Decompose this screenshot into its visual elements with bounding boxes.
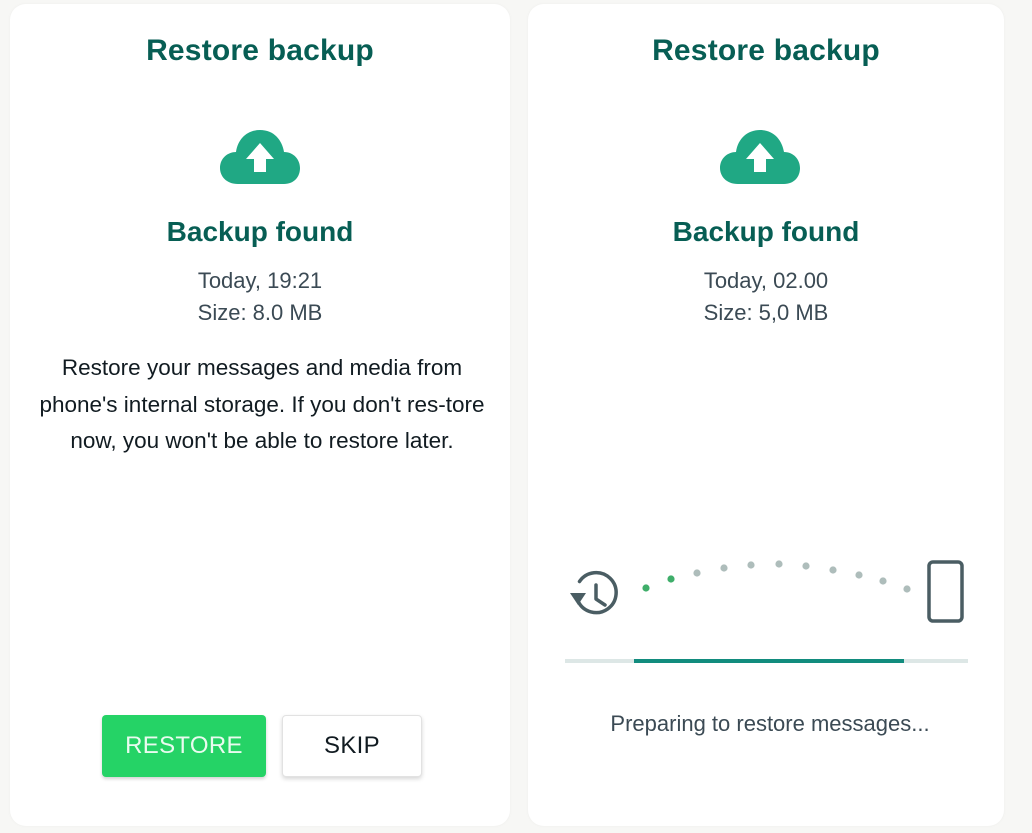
restore-progress-bar	[565, 659, 968, 663]
skip-button[interactable]: SKIP	[282, 715, 422, 777]
transfer-animation	[570, 560, 964, 623]
backup-date: Today, 02.00	[703, 268, 829, 293]
restore-status-text: Preparing to restore messages...	[610, 711, 930, 736]
restore-backup-panel-progress: Restore backup Backup found Today, 02.00…	[528, 4, 1004, 826]
restore-button[interactable]: RESTORE	[102, 715, 266, 777]
backup-date: Today, 19:21	[197, 268, 323, 293]
cloud-upload-icon	[220, 130, 300, 184]
restore-backup-panel-found: Restore backup Backup found Today, 19:21…	[10, 4, 510, 826]
backup-found-heading: Backup found	[166, 216, 354, 247]
page-title: Restore backup	[652, 34, 880, 67]
restore-description: Restore your messages and media from pho…	[39, 355, 485, 453]
page-title: Restore backup	[146, 34, 374, 67]
backup-size: Size: 5,0 MB	[703, 300, 829, 325]
phone-icon	[927, 560, 964, 623]
restore-progress-fill	[633, 659, 904, 663]
cloud-upload-icon	[720, 130, 800, 184]
history-icon	[570, 570, 618, 615]
transfer-dots	[642, 560, 911, 593]
backup-size: Size: 8.0 MB	[197, 300, 323, 325]
backup-found-heading: Backup found	[672, 216, 860, 247]
